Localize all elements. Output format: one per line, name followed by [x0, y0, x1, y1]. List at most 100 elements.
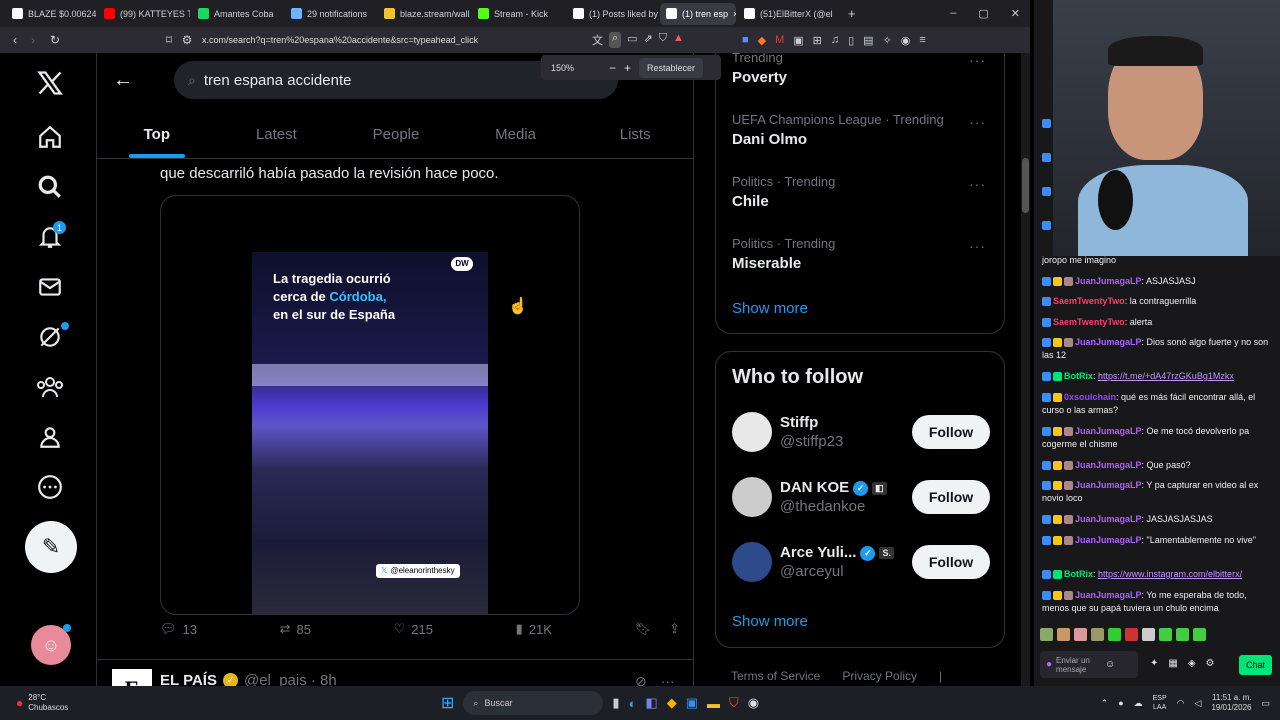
browser-tab[interactable]: 29 notifications — [285, 3, 376, 25]
emote-9[interactable] — [1176, 628, 1189, 641]
follow-button[interactable]: Follow — [912, 480, 990, 514]
tab-lists[interactable]: Lists — [575, 111, 693, 158]
ext-shield-icon[interactable]: ◉ — [901, 34, 911, 47]
ext-music-icon[interactable]: ♫ — [831, 34, 839, 47]
page-scrollbar[interactable] — [1021, 53, 1030, 686]
tab-close-icon[interactable]: × — [733, 9, 736, 19]
emote-5[interactable] — [1108, 628, 1121, 641]
x-logo-icon[interactable] — [25, 63, 75, 103]
post-menu-icon[interactable]: ··· — [661, 673, 675, 686]
messages-icon[interactable] — [25, 267, 75, 307]
ext-fox-icon[interactable]: ◆ — [758, 34, 766, 47]
clock[interactable]: 11:51 a. m. 19/01/2026 — [1211, 693, 1251, 713]
chat-username[interactable]: JuanJumagaLP — [1075, 514, 1142, 524]
terms-link[interactable]: Terms of Service — [731, 669, 820, 683]
chat-username[interactable]: BotRix — [1064, 569, 1093, 579]
chat-link[interactable]: https://www.instagram.com/elbitterx/ — [1098, 569, 1242, 579]
extension-icon[interactable]: ▲ — [673, 32, 684, 48]
language-indicator[interactable]: ESP LAA — [1153, 694, 1167, 712]
follow-button[interactable]: Follow — [912, 415, 990, 449]
maximize-icon[interactable]: ▢ — [978, 7, 988, 20]
repost-button[interactable]: ⇄ 85 — [280, 621, 311, 637]
follow-suggestion[interactable]: DAN KOE ✓ ◧ @thedankoe Follow — [732, 472, 990, 522]
back-nav-icon[interactable]: ‹ — [6, 31, 24, 49]
browser-tab[interactable]: Stream - Kick — [472, 3, 565, 25]
post-video[interactable]: La tragedia ocurrió cerca de Córdoba, en … — [160, 195, 580, 615]
chat-settings-icon[interactable]: ⚙ — [1206, 658, 1215, 669]
weather-widget[interactable]: ● 28°C Chubascos — [16, 693, 216, 713]
follow-button[interactable]: Follow — [912, 545, 990, 579]
menu-icon[interactable]: ≡ — [919, 34, 925, 47]
browser-tab[interactable]: (1) Posts liked by — [567, 3, 658, 25]
taskbar-search[interactable]: ⌕ Buscar — [463, 691, 604, 715]
chat-username[interactable]: JuanJumagaLP — [1075, 337, 1142, 347]
chat-username[interactable]: JuanJumagaLP — [1075, 535, 1142, 545]
gift-icon[interactable]: ◈ — [1188, 658, 1196, 669]
chat-username[interactable]: JuanJumagaLP — [1075, 276, 1142, 286]
chat-username[interactable]: SaemTwentyTwo — [1053, 317, 1125, 327]
chat-username[interactable]: 0xsoulchain — [1064, 392, 1116, 402]
emote-4[interactable] — [1091, 628, 1104, 641]
app-obs-icon[interactable]: ◉ — [748, 695, 759, 711]
app-color-icon[interactable]: ◆ — [667, 695, 677, 711]
browser-tab[interactable]: (51)ElBitterX (@el — [738, 3, 838, 25]
trend-more-icon[interactable]: ··· — [969, 176, 986, 192]
ext-screen-icon[interactable]: ▣ — [793, 34, 803, 47]
home-icon[interactable] — [25, 117, 75, 157]
like-button[interactable]: ♡ 215 — [394, 621, 433, 637]
grok-small-icon[interactable]: ⊘ — [635, 673, 647, 686]
url-text[interactable]: x.com/search?q=tren%20espana%20accidente… — [202, 35, 592, 45]
zoom-reset-button[interactable]: Restablecer — [639, 57, 704, 78]
account-avatar[interactable] — [732, 412, 772, 452]
next-post-handle[interactable]: @el_pais · 8h — [244, 672, 337, 686]
bookmark-post-icon[interactable]: 🔖︎ — [635, 621, 652, 637]
trends-show-more[interactable]: Show more — [732, 300, 808, 317]
trend-item[interactable]: Politics · Trending Miserable — [732, 236, 835, 272]
emote-6[interactable] — [1125, 628, 1138, 641]
back-arrow-icon[interactable]: ← — [113, 69, 133, 92]
trend-more-icon[interactable]: ··· — [969, 53, 986, 68]
browser-tab[interactable]: (99) KATTEYES TIE — [98, 3, 190, 25]
search-query[interactable]: tren espana accidente — [204, 72, 352, 89]
follow-show-more[interactable]: Show more — [732, 613, 808, 630]
privacy-link[interactable]: Privacy Policy — [842, 669, 917, 683]
emote-1[interactable] — [1040, 628, 1053, 641]
share-post-icon[interactable]: ⇪ — [669, 621, 680, 637]
emoji-icon[interactable]: ☺ — [1105, 659, 1115, 670]
app-teams-icon[interactable]: ◧ — [645, 695, 657, 711]
zoom-in-button[interactable]: + — [624, 61, 631, 75]
browser-tab[interactable]: Amantes Coba — [192, 3, 283, 25]
app-store-icon[interactable]: ▣ — [686, 695, 698, 711]
share-icon[interactable]: ⇗ — [644, 32, 653, 48]
app-files-icon[interactable]: ▮ — [612, 695, 619, 711]
browser-tab[interactable]: blaze.stream/wall — [378, 3, 470, 25]
follow-suggestion[interactable]: Arce Yuli... ✓ S. @arceyul Follow — [732, 537, 990, 587]
tab-top[interactable]: Top — [97, 111, 217, 158]
chat-link[interactable]: https://t.me/+dA47rzGKuBg1Mzkx — [1098, 371, 1234, 381]
tray-mic-icon[interactable]: ● — [1118, 698, 1123, 708]
notifications-tray-icon[interactable]: ▭ — [1261, 698, 1270, 709]
trend-more-icon[interactable]: ··· — [969, 238, 986, 254]
chat-username[interactable]: BotRix — [1064, 371, 1093, 381]
app-brave-icon[interactable]: ⛉ — [729, 695, 739, 711]
ext-box-icon[interactable]: ⊞ — [813, 34, 822, 47]
volume-icon[interactable]: ◁ — [1195, 698, 1202, 709]
tab-media[interactable]: Media — [456, 111, 576, 158]
chat-username[interactable]: JuanJumagaLP — [1075, 480, 1142, 490]
post-compose-button[interactable]: ✎ — [25, 521, 77, 573]
follow-suggestion[interactable]: Stiffp @stiffp23 Follow — [732, 407, 990, 457]
el-pais-avatar[interactable]: E — [112, 669, 152, 686]
views-button[interactable]: ▮ 21K — [516, 621, 552, 637]
emote-3[interactable] — [1074, 628, 1087, 641]
tray-cloud-icon[interactable]: ☁ — [1134, 698, 1143, 709]
chat-username[interactable]: JuanJumagaLP — [1075, 590, 1142, 600]
profile-icon[interactable] — [25, 417, 75, 457]
ext-blue-icon[interactable]: ■ — [742, 34, 749, 47]
shield-icon[interactable]: ⛉ — [659, 32, 667, 48]
trend-item[interactable]: Politics · Trending Chile — [732, 174, 835, 210]
ext-star-icon[interactable]: ✧ — [883, 34, 892, 47]
zoom-icon[interactable]: ⌕ — [609, 32, 622, 48]
trend-item[interactable]: Trending Poverty — [732, 53, 787, 86]
site-settings-icon[interactable]: ⚙ — [178, 31, 196, 49]
bookmark-icon[interactable]: ⌑ — [160, 31, 178, 49]
